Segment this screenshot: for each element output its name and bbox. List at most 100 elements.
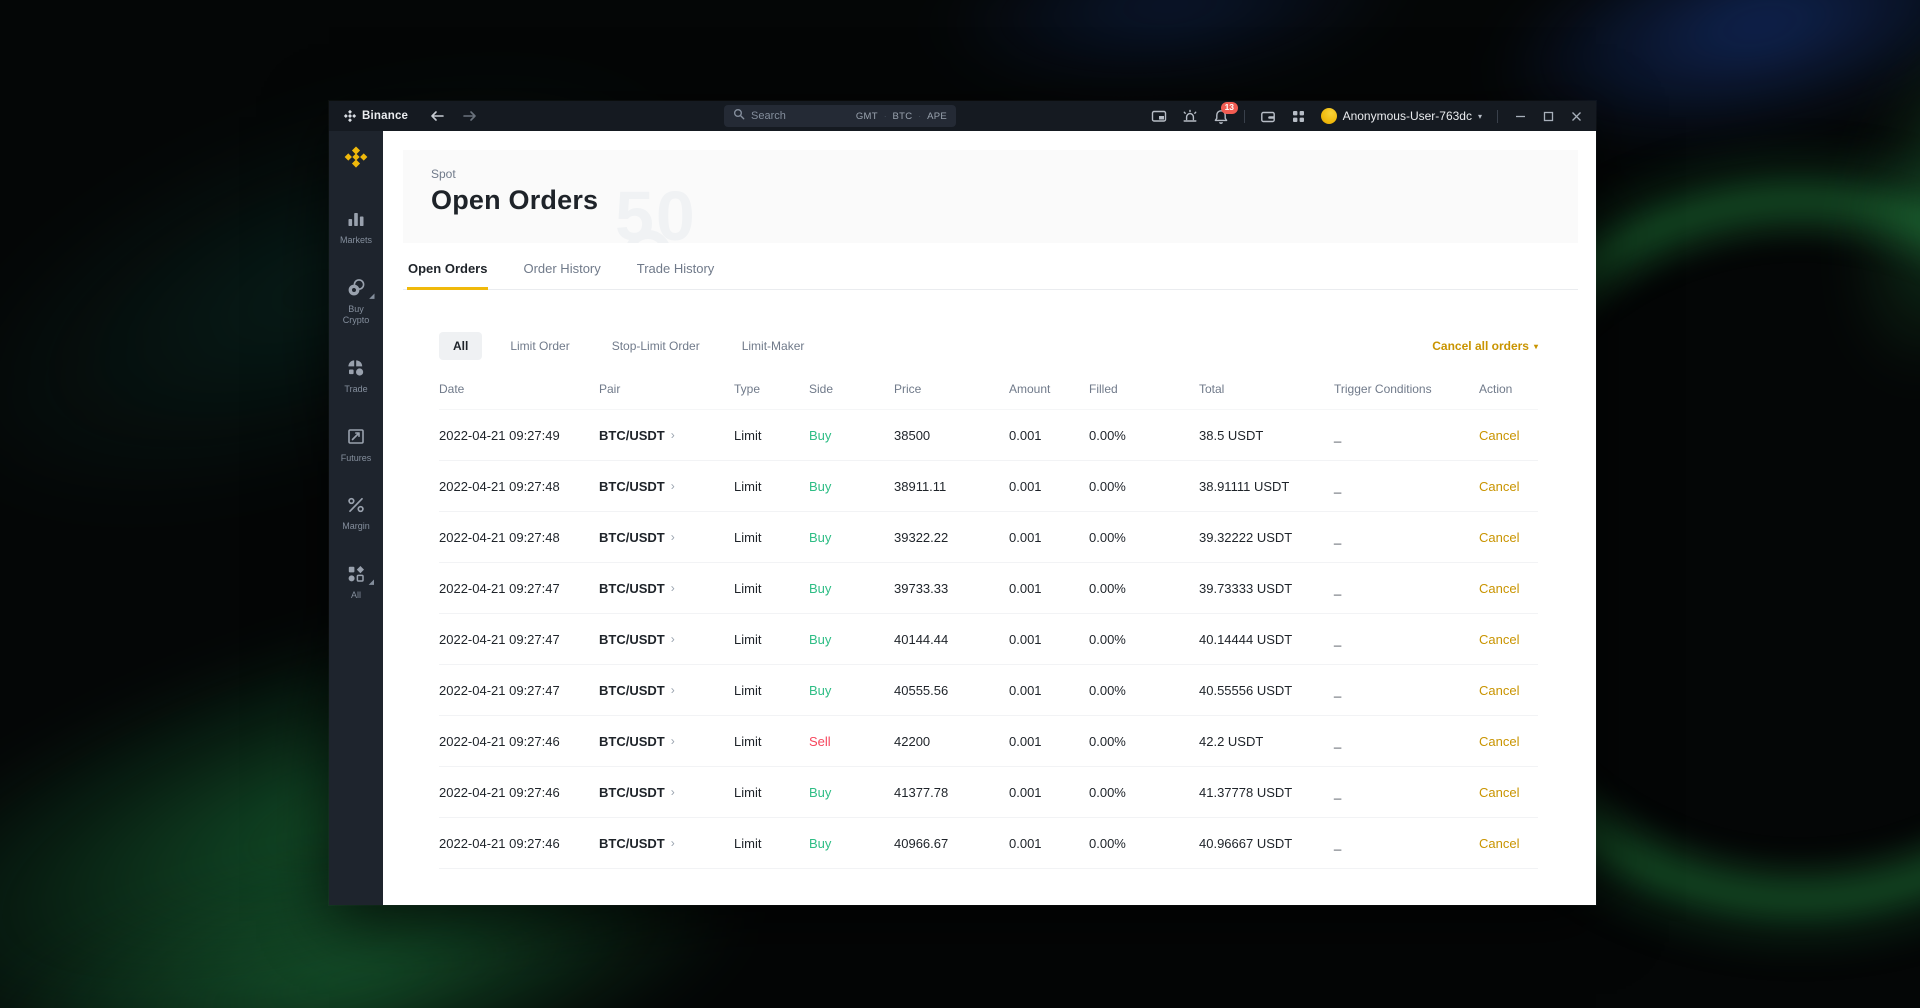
tab-order-history[interactable]: Order History (522, 257, 601, 289)
cell-total: 39.73333 USDT (1199, 581, 1334, 596)
cell-date: 2022-04-21 09:27:47 (439, 632, 599, 647)
cell-type: Limit (734, 530, 809, 545)
chevron-right-icon: › (671, 785, 675, 799)
pair-label: BTC/USDT (599, 530, 665, 545)
token-separator: · (884, 112, 887, 121)
cancel-order-button[interactable]: Cancel (1479, 428, 1519, 443)
pair-label: BTC/USDT (599, 683, 665, 698)
cancel-order-button[interactable]: Cancel (1479, 734, 1519, 749)
cell-filled: 0.00% (1089, 530, 1199, 545)
window-body: Markets ◢ Buy Crypto (329, 131, 1596, 905)
table-row: 2022-04-21 09:27:48 BTC/USDT › Limit Buy… (439, 461, 1538, 512)
sidebar-item-trade[interactable]: Trade (329, 357, 383, 396)
sidebar-item-all[interactable]: ◢ All (329, 563, 383, 602)
column-header-pair: Pair (599, 382, 734, 396)
pair-label: BTC/USDT (599, 785, 665, 800)
orders-section: All Limit Order Stop-Limit Order Limit-M… (439, 332, 1538, 869)
token-ape[interactable]: APE (927, 111, 947, 122)
cell-price: 39733.33 (894, 581, 1009, 596)
popout-window-icon[interactable] (1151, 109, 1167, 124)
nav-arrows (430, 110, 477, 122)
cancel-order-button[interactable]: Cancel (1479, 581, 1519, 596)
apps-grid-icon[interactable] (1291, 109, 1306, 124)
sidebar-item-margin[interactable]: Margin (329, 494, 383, 533)
notifications-bell-icon[interactable]: 13 (1213, 109, 1229, 124)
chevron-right-icon: › (671, 530, 675, 544)
pair-label: BTC/USDT (599, 734, 665, 749)
close-button[interactable] (1571, 111, 1582, 122)
cell-pair-link[interactable]: BTC/USDT › (599, 479, 734, 494)
cell-pair-link[interactable]: BTC/USDT › (599, 683, 734, 698)
markets-icon (346, 208, 366, 230)
sidebar-item-buy-crypto[interactable]: ◢ Buy Crypto (329, 277, 383, 327)
cell-pair-link[interactable]: BTC/USDT › (599, 428, 734, 443)
cell-date: 2022-04-21 09:27:46 (439, 734, 599, 749)
alarm-icon[interactable] (1182, 109, 1198, 124)
table-row: 2022-04-21 09:27:47 BTC/USDT › Limit Buy… (439, 563, 1538, 614)
search-bar[interactable]: GMT · BTC · APE (724, 105, 956, 127)
cell-trigger-conditions: _ (1334, 734, 1479, 749)
back-button[interactable] (430, 110, 445, 122)
filter-limit-order[interactable]: Limit Order (496, 332, 583, 360)
cell-pair-link[interactable]: BTC/USDT › (599, 632, 734, 647)
wallet-icon[interactable] (1260, 109, 1276, 124)
cancel-all-orders-button[interactable]: Cancel all orders ▾ (1432, 339, 1538, 353)
cell-trigger-conditions: _ (1334, 479, 1479, 494)
user-menu[interactable]: Anonymous-User-763dc ▾ (1321, 108, 1482, 124)
tab-open-orders[interactable]: Open Orders (407, 257, 488, 289)
cell-pair-link[interactable]: BTC/USDT › (599, 836, 734, 851)
column-header-filled: Filled (1089, 382, 1199, 396)
token-btc[interactable]: BTC (893, 111, 913, 122)
token-gmt[interactable]: GMT (856, 111, 878, 122)
filter-limit-maker[interactable]: Limit-Maker (728, 332, 819, 360)
cell-pair-link[interactable]: BTC/USDT › (599, 734, 734, 749)
filter-stop-limit-order[interactable]: Stop-Limit Order (598, 332, 714, 360)
sidebar-binance-home[interactable] (343, 144, 369, 175)
cancel-order-button[interactable]: Cancel (1479, 632, 1519, 647)
cell-pair-link[interactable]: BTC/USDT › (599, 581, 734, 596)
sidebar-item-futures[interactable]: Futures (329, 426, 383, 465)
chevron-right-icon: › (671, 581, 675, 595)
sidebar-item-markets[interactable]: Markets (329, 208, 383, 247)
cancel-order-button[interactable]: Cancel (1479, 530, 1519, 545)
column-header-total: Total (1199, 382, 1334, 396)
chevron-right-icon: › (671, 836, 675, 850)
cell-total: 38.5 USDT (1199, 428, 1334, 443)
chevron-right-icon: › (671, 632, 675, 646)
page-header-band: Spot Open Orders 50 (403, 150, 1578, 243)
cell-amount: 0.001 (1009, 479, 1089, 494)
chevron-down-icon: ▾ (1534, 342, 1538, 351)
cell-pair-link[interactable]: BTC/USDT › (599, 530, 734, 545)
table-row: 2022-04-21 09:27:46 BTC/USDT › Limit Sel… (439, 716, 1538, 767)
cancel-order-button[interactable]: Cancel (1479, 836, 1519, 851)
cell-price: 40966.67 (894, 836, 1009, 851)
cell-total: 40.96667 USDT (1199, 836, 1334, 851)
cancel-order-button[interactable]: Cancel (1479, 785, 1519, 800)
cell-trigger-conditions: _ (1334, 632, 1479, 647)
cell-side: Buy (809, 836, 894, 851)
minimize-button[interactable] (1515, 111, 1526, 122)
table-header: Date Pair Type Side Price Amount Filled … (439, 382, 1538, 410)
cancel-order-button[interactable]: Cancel (1479, 479, 1519, 494)
table-row: 2022-04-21 09:27:49 BTC/USDT › Limit Buy… (439, 410, 1538, 461)
tab-trade-history[interactable]: Trade History (636, 257, 716, 289)
cell-side: Sell (809, 734, 894, 749)
sidebar-item-label: Markets (335, 235, 377, 247)
forward-button[interactable] (462, 110, 477, 122)
maximize-button[interactable] (1543, 111, 1554, 122)
column-header-type: Type (734, 382, 809, 396)
search-tokens: GMT · BTC · APE (856, 111, 947, 122)
cell-trigger-conditions: _ (1334, 581, 1479, 596)
search-input[interactable] (751, 110, 837, 122)
sidebar-item-label: All (346, 590, 366, 602)
avatar (1321, 108, 1337, 124)
cell-type: Limit (734, 836, 809, 851)
cell-amount: 0.001 (1009, 581, 1089, 596)
cell-pair-link[interactable]: BTC/USDT › (599, 785, 734, 800)
cell-total: 40.55556 USDT (1199, 683, 1334, 698)
cell-type: Limit (734, 734, 809, 749)
filter-all[interactable]: All (439, 332, 482, 360)
main-content: Spot Open Orders 50 Open Orders Order Hi… (383, 131, 1596, 905)
cancel-order-button[interactable]: Cancel (1479, 683, 1519, 698)
cell-action: Cancel (1479, 683, 1539, 698)
